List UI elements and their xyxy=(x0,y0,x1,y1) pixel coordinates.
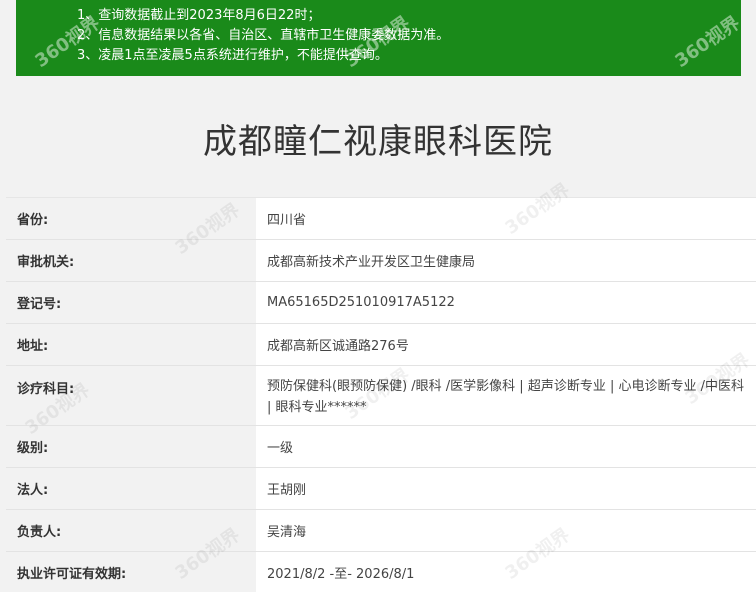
row-label: 级别: xyxy=(6,426,256,467)
table-row: 诊疗科目: 预防保健科(眼预防保健) /眼科 /医学影像科 | 超声诊断专业 |… xyxy=(6,366,756,426)
row-value: 预防保健科(眼预防保健) /眼科 /医学影像科 | 超声诊断专业 | 心电诊断专… xyxy=(256,366,756,425)
table-row: 审批机关: 成都高新技术产业开发区卫生健康局 xyxy=(6,240,756,282)
table-row: 执业许可证有效期: 2021/8/2 -至- 2026/8/1 xyxy=(6,552,756,592)
notice-line: 3、凌晨1点至凌晨5点系统进行维护，不能提供查询。 xyxy=(77,48,388,63)
row-value: 成都高新技术产业开发区卫生健康局 xyxy=(256,240,756,281)
row-value: 一级 xyxy=(256,426,756,467)
row-value: 王胡刚 xyxy=(256,468,756,509)
row-label: 执业许可证有效期: xyxy=(6,552,256,592)
row-value: MA65165D251010917A5122 xyxy=(256,282,756,323)
table-row: 地址: 成都高新区诚通路276号 xyxy=(6,324,756,366)
table-row: 负责人: 吴清海 xyxy=(6,510,756,552)
row-value: 四川省 xyxy=(256,198,756,239)
row-label: 地址: xyxy=(6,324,256,365)
row-value: 成都高新区诚通路276号 xyxy=(256,324,756,365)
row-value: 吴清海 xyxy=(256,510,756,551)
row-label: 法人: xyxy=(6,468,256,509)
notice-banner: 1、查询数据截止到2023年8月6日22时； 2、信息数据结果以各省、自治区、直… xyxy=(16,0,741,76)
row-value: 2021/8/2 -至- 2026/8/1 xyxy=(256,552,756,592)
row-label: 登记号: xyxy=(6,282,256,323)
row-label: 负责人: xyxy=(6,510,256,551)
notice-line: 1、查询数据截止到2023年8月6日22时； xyxy=(77,8,321,23)
row-label: 诊疗科目: xyxy=(6,366,256,425)
notice-line: 2、信息数据结果以各省、自治区、直辖市卫生健康委数据为准。 xyxy=(77,28,450,43)
table-row: 法人: 王胡刚 xyxy=(6,468,756,510)
row-label: 审批机关: xyxy=(6,240,256,281)
row-label: 省份: xyxy=(6,198,256,239)
table-row: 级别: 一级 xyxy=(6,426,756,468)
hospital-info-table: 省份: 四川省 审批机关: 成都高新技术产业开发区卫生健康局 登记号: MA65… xyxy=(6,197,756,592)
hospital-title: 成都瞳仁视康眼科医院 xyxy=(203,122,553,162)
table-row: 登记号: MA65165D251010917A5122 xyxy=(6,282,756,324)
table-row: 省份: 四川省 xyxy=(6,198,756,240)
